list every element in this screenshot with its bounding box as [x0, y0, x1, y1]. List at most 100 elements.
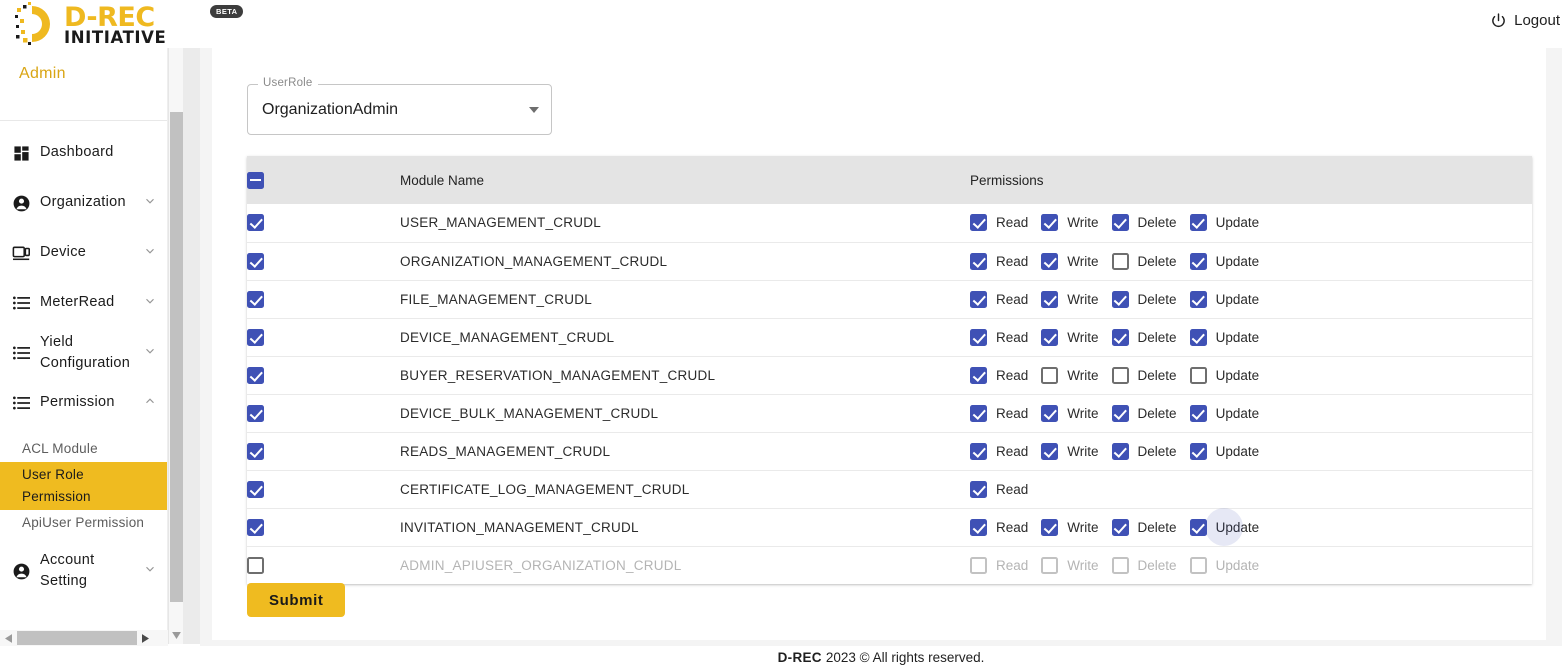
permissions-cell: Read Write Delete Update [970, 355, 1532, 394]
scroll-left-arrow-icon[interactable] [0, 630, 17, 646]
submit-button[interactable]: Submit [247, 583, 346, 617]
read-checkbox[interactable] [970, 442, 987, 460]
update-checkbox[interactable] [1189, 214, 1207, 232]
write-checkbox[interactable] [1041, 214, 1059, 232]
row-select-checkbox[interactable] [247, 442, 264, 460]
chevron-down-icon[interactable] [143, 194, 157, 212]
permission-table: Module Name Permissions USER_MANAGEMENT_… [247, 156, 1532, 584]
row-select-checkbox[interactable] [247, 404, 264, 422]
logout-button[interactable]: Logout [1484, 8, 1562, 33]
sidebar-item-organization[interactable]: Organization [0, 178, 167, 228]
sidebar-item-device[interactable]: Device [0, 228, 167, 278]
write-checkbox [1041, 556, 1059, 574]
table-row: DEVICE_MANAGEMENT_CRUDL Read Write Delete Up… [247, 317, 1532, 356]
sidebar-hscroll-thumb[interactable] [17, 631, 137, 645]
chevron-down-icon[interactable] [143, 344, 157, 362]
update-checkbox[interactable] [1189, 328, 1207, 346]
row-select-checkbox[interactable] [247, 290, 264, 308]
permissions-cell: Read Write Delete Update [970, 431, 1532, 470]
permission-delete: Delete [1111, 252, 1177, 270]
chevron-down-icon[interactable] [143, 562, 157, 580]
read-checkbox[interactable] [970, 214, 987, 232]
chevron-down-icon[interactable] [143, 244, 157, 262]
write-checkbox[interactable] [1041, 252, 1059, 270]
read-checkbox[interactable] [970, 366, 987, 384]
sidebar-item-permission[interactable]: Permission [0, 378, 167, 428]
update-label: Update [1215, 215, 1260, 231]
permission-update: Update [1189, 328, 1259, 346]
chevron-down-icon[interactable] [529, 106, 539, 113]
read-label: Read [996, 405, 1029, 421]
sidebar-item-meterread[interactable]: MeterRead [0, 278, 167, 328]
row-select-checkbox[interactable] [247, 328, 264, 346]
read-checkbox[interactable] [970, 252, 987, 270]
delete-checkbox[interactable] [1111, 442, 1129, 460]
delete-checkbox[interactable] [1111, 252, 1129, 270]
scroll-right-arrow-icon[interactable] [137, 630, 154, 646]
write-checkbox[interactable] [1041, 290, 1059, 308]
update-checkbox[interactable] [1189, 404, 1207, 422]
sidebar: Admin Dashboard Organization Device Mete… [0, 30, 168, 644]
read-checkbox[interactable] [970, 518, 987, 536]
sidebar-item-account-setting[interactable]: Account Setting [0, 546, 167, 596]
delete-checkbox[interactable] [1111, 404, 1129, 422]
module-name-cell: BUYER_RESERVATION_MANAGEMENT_CRUDL [400, 355, 970, 394]
delete-checkbox[interactable] [1111, 366, 1129, 384]
select-all-checkbox[interactable] [247, 171, 264, 189]
row-select-checkbox[interactable] [247, 480, 264, 498]
permission-update: Update [1189, 556, 1259, 574]
app-logo[interactable]: D-REC INITIATIVE BETA [14, 2, 244, 47]
write-checkbox[interactable] [1041, 404, 1059, 422]
delete-checkbox[interactable] [1111, 214, 1129, 232]
write-checkbox[interactable] [1041, 518, 1059, 536]
update-checkbox[interactable] [1189, 442, 1207, 460]
chevron-down-icon[interactable] [143, 294, 157, 312]
update-label: Update [1215, 253, 1260, 269]
write-checkbox[interactable] [1041, 442, 1059, 460]
sidebar-subitem-user-role-permission[interactable]: User Role Permission [0, 462, 167, 510]
userrole-select[interactable]: UserRole OrganizationAdmin [247, 77, 552, 135]
update-checkbox[interactable] [1189, 366, 1207, 384]
account-circle-icon [12, 562, 31, 581]
update-checkbox[interactable] [1189, 252, 1207, 270]
module-name-cell: CERTIFICATE_LOG_MANAGEMENT_CRUDL [400, 469, 970, 508]
update-checkbox[interactable] [1189, 290, 1207, 308]
update-checkbox[interactable] [1189, 518, 1207, 536]
sidebar-subitem-acl-module[interactable]: ACL Module [0, 436, 167, 462]
row-select-checkbox[interactable] [247, 214, 264, 232]
delete-checkbox[interactable] [1111, 518, 1129, 536]
permission-write: Write [1041, 290, 1099, 308]
read-checkbox[interactable] [970, 290, 987, 308]
sidebar-horizontal-scrollbar[interactable] [0, 630, 168, 646]
delete-checkbox[interactable] [1111, 290, 1129, 308]
read-checkbox[interactable] [970, 480, 987, 498]
sidebar-vertical-scrollbar[interactable] [168, 30, 183, 644]
permission-group: Read Write Delete Update [970, 366, 1532, 384]
permission-group: Read Write Delete Update [970, 290, 1532, 308]
sidebar-item-dashboard[interactable]: Dashboard [0, 128, 167, 178]
sidebar-subitem-apiuser-permission[interactable]: ApiUser Permission [0, 510, 167, 536]
permission-group: Read Write Delete Update [970, 508, 1532, 546]
beta-badge: BETA [210, 5, 244, 18]
row-select-checkbox[interactable] [247, 366, 264, 384]
logo-drec-text: D-REC [64, 2, 155, 33]
row-select-checkbox[interactable] [247, 556, 264, 574]
row-select-cell [247, 241, 400, 280]
permission-update: Update [1189, 442, 1259, 460]
read-checkbox[interactable] [970, 328, 987, 346]
read-checkbox[interactable] [970, 404, 987, 422]
permissions-cell: Read Write Delete Update [970, 204, 1532, 242]
table-row: FILE_MANAGEMENT_CRUDL Read Write Delete Upda… [247, 279, 1532, 318]
sidebar-scroll-thumb[interactable] [170, 112, 183, 602]
permission-write: Write [1041, 366, 1099, 384]
sidebar-item-yield-configuration[interactable]: Yield Configuration [0, 328, 167, 378]
delete-checkbox[interactable] [1111, 328, 1129, 346]
row-select-checkbox[interactable] [247, 518, 264, 536]
row-select-checkbox[interactable] [247, 252, 264, 270]
write-checkbox[interactable] [1041, 366, 1059, 384]
scroll-down-arrow-icon[interactable] [169, 627, 184, 644]
permission-write: Write [1041, 328, 1099, 346]
write-checkbox[interactable] [1041, 328, 1059, 346]
chevron-up-icon[interactable] [143, 394, 157, 412]
sidebar-item-label: Device [40, 244, 87, 261]
